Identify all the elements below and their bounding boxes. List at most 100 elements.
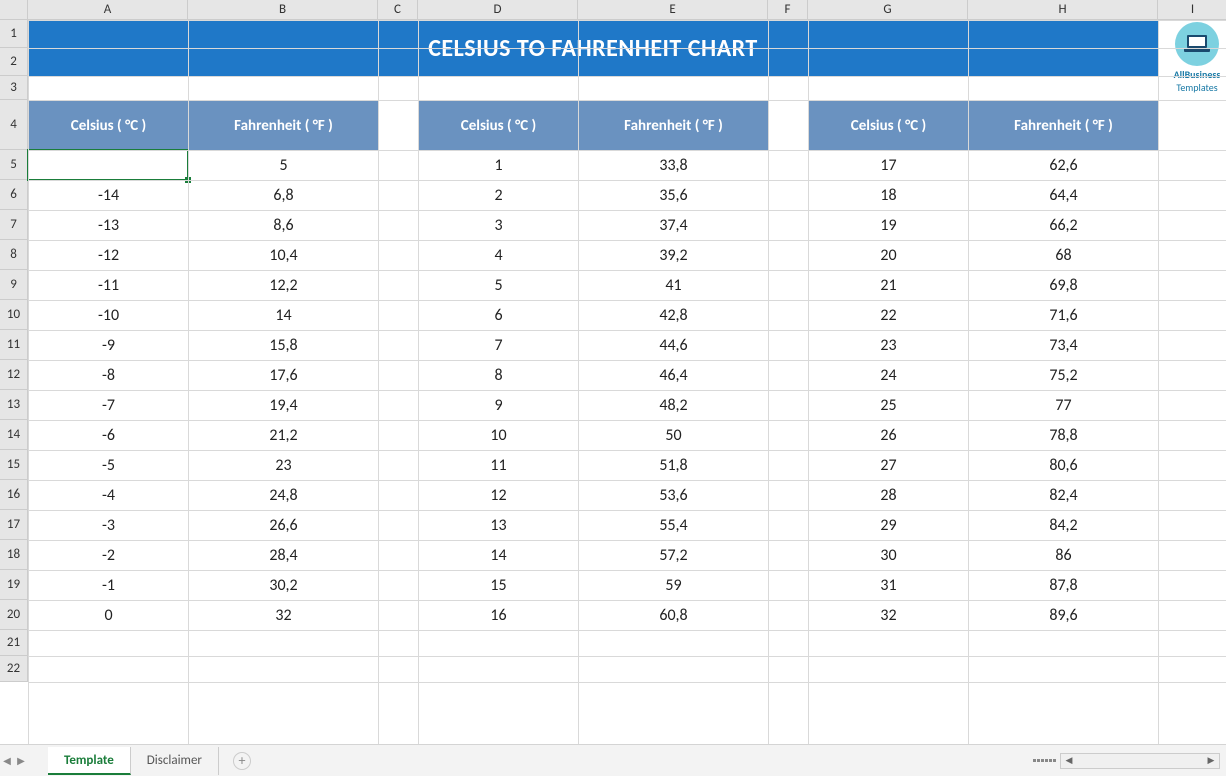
cell-fahrenheit[interactable]: 6,8 <box>189 181 379 211</box>
cell-celsius[interactable]: 18 <box>809 181 969 211</box>
cell-celsius[interactable]: -13 <box>29 211 189 241</box>
cell-fahrenheit[interactable]: 60,8 <box>579 601 769 631</box>
cell-celsius[interactable]: 5 <box>419 271 579 301</box>
row-header-13[interactable]: 13 <box>0 390 28 420</box>
tab-nav-prev[interactable]: ◀ <box>0 745 14 777</box>
cell-celsius[interactable]: 11 <box>419 451 579 481</box>
cell-fahrenheit[interactable]: 35,6 <box>579 181 769 211</box>
cell-fahrenheit[interactable]: 50 <box>579 421 769 451</box>
cell-fahrenheit[interactable]: 87,8 <box>969 571 1159 601</box>
cell-fahrenheit[interactable]: 44,6 <box>579 331 769 361</box>
cell-fahrenheit[interactable]: 71,6 <box>969 301 1159 331</box>
row-header-15[interactable]: 15 <box>0 450 28 480</box>
horizontal-scrollbar[interactable]: ◀ ▶ <box>1060 753 1220 769</box>
cell-celsius[interactable]: 7 <box>419 331 579 361</box>
row-header-17[interactable]: 17 <box>0 510 28 540</box>
cell-fahrenheit[interactable]: 26,6 <box>189 511 379 541</box>
cell-celsius[interactable]: -14 <box>29 181 189 211</box>
cell-celsius[interactable]: 22 <box>809 301 969 331</box>
cell-fahrenheit[interactable]: 33,8 <box>579 151 769 181</box>
cell-celsius[interactable]: 31 <box>809 571 969 601</box>
cell-celsius[interactable]: 16 <box>419 601 579 631</box>
row-header-19[interactable]: 19 <box>0 570 28 600</box>
cell-celsius[interactable]: 21 <box>809 271 969 301</box>
cell-fahrenheit[interactable]: 48,2 <box>579 391 769 421</box>
cell-celsius[interactable]: 25 <box>809 391 969 421</box>
row-header-4[interactable]: 4 <box>0 100 28 150</box>
cell-celsius[interactable]: 13 <box>419 511 579 541</box>
tab-disclaimer[interactable]: Disclaimer <box>131 747 219 775</box>
cell-fahrenheit[interactable]: 62,6 <box>969 151 1159 181</box>
cell-celsius[interactable]: 8 <box>419 361 579 391</box>
cell-celsius[interactable]: 2 <box>419 181 579 211</box>
row-header-12[interactable]: 12 <box>0 360 28 390</box>
cell-fahrenheit[interactable]: 89,6 <box>969 601 1159 631</box>
cell-fahrenheit[interactable]: 8,6 <box>189 211 379 241</box>
column-header-E[interactable]: E <box>578 0 768 19</box>
column-header-B[interactable]: B <box>188 0 378 19</box>
cell-celsius[interactable]: -1 <box>29 571 189 601</box>
cell-fahrenheit[interactable]: 17,6 <box>189 361 379 391</box>
row-header-8[interactable]: 8 <box>0 240 28 270</box>
cell-celsius[interactable]: -6 <box>29 421 189 451</box>
row-header-9[interactable]: 9 <box>0 270 28 300</box>
cell-celsius[interactable]: -10 <box>29 301 189 331</box>
tab-template[interactable]: Template <box>48 747 131 775</box>
cell-celsius[interactable]: -4 <box>29 481 189 511</box>
row-header-3[interactable]: 3 <box>0 76 28 100</box>
cell-celsius[interactable]: 12 <box>419 481 579 511</box>
cell-celsius[interactable]: 20 <box>809 241 969 271</box>
cell-celsius[interactable]: 32 <box>809 601 969 631</box>
scroll-right-icon[interactable]: ▶ <box>1203 754 1219 768</box>
cell-celsius[interactable]: 3 <box>419 211 579 241</box>
row-header-1[interactable]: 1 <box>0 20 28 48</box>
row-header-21[interactable]: 21 <box>0 630 28 656</box>
cell-fahrenheit[interactable]: 14 <box>189 301 379 331</box>
cell-fahrenheit[interactable]: 19,4 <box>189 391 379 421</box>
cell-fahrenheit[interactable]: 59 <box>579 571 769 601</box>
cell-fahrenheit[interactable]: 68 <box>969 241 1159 271</box>
tab-nav-next[interactable]: ▶ <box>14 745 28 777</box>
row-header-2[interactable]: 2 <box>0 48 28 76</box>
column-header-C[interactable]: C <box>378 0 418 19</box>
cell-fahrenheit[interactable]: 15,8 <box>189 331 379 361</box>
active-cell-A5[interactable] <box>28 150 188 180</box>
cell-celsius[interactable]: 14 <box>419 541 579 571</box>
cell-fahrenheit[interactable]: 84,2 <box>969 511 1159 541</box>
cell-celsius[interactable]: 0 <box>29 601 189 631</box>
column-header-D[interactable]: D <box>418 0 578 19</box>
row-header-18[interactable]: 18 <box>0 540 28 570</box>
grid-area[interactable]: CELSIUS TO FAHRENHEIT CHART AllBusiness … <box>28 20 1226 744</box>
cell-celsius[interactable]: -7 <box>29 391 189 421</box>
cell-fahrenheit[interactable]: 75,2 <box>969 361 1159 391</box>
column-header-G[interactable]: G <box>808 0 968 19</box>
cell-celsius[interactable]: 27 <box>809 451 969 481</box>
cell-fahrenheit[interactable]: 55,4 <box>579 511 769 541</box>
row-header-11[interactable]: 11 <box>0 330 28 360</box>
cell-fahrenheit[interactable]: 73,4 <box>969 331 1159 361</box>
row-header-14[interactable]: 14 <box>0 420 28 450</box>
cell-fahrenheit[interactable]: 28,4 <box>189 541 379 571</box>
cell-celsius[interactable]: 17 <box>809 151 969 181</box>
cell-fahrenheit[interactable]: 86 <box>969 541 1159 571</box>
column-header-F[interactable]: F <box>768 0 808 19</box>
scroll-left-icon[interactable]: ◀ <box>1061 754 1077 768</box>
cell-celsius[interactable]: 19 <box>809 211 969 241</box>
cell-celsius[interactable]: 24 <box>809 361 969 391</box>
cell-celsius[interactable]: 28 <box>809 481 969 511</box>
view-options-icon[interactable] <box>1032 759 1056 762</box>
cell-celsius[interactable]: 4 <box>419 241 579 271</box>
cell-celsius[interactable]: -5 <box>29 451 189 481</box>
cell-celsius[interactable]: 30 <box>809 541 969 571</box>
cell-celsius[interactable]: 10 <box>419 421 579 451</box>
column-header-I[interactable]: I <box>1158 0 1226 19</box>
cell-fahrenheit[interactable]: 82,4 <box>969 481 1159 511</box>
cell-fahrenheit[interactable]: 66,2 <box>969 211 1159 241</box>
fill-handle[interactable] <box>185 177 191 183</box>
cell-celsius[interactable]: 26 <box>809 421 969 451</box>
cell-fahrenheit[interactable]: 69,8 <box>969 271 1159 301</box>
cell-celsius[interactable]: 15 <box>419 571 579 601</box>
cell-celsius[interactable]: 9 <box>419 391 579 421</box>
cell-celsius[interactable]: 6 <box>419 301 579 331</box>
cell-fahrenheit[interactable]: 24,8 <box>189 481 379 511</box>
